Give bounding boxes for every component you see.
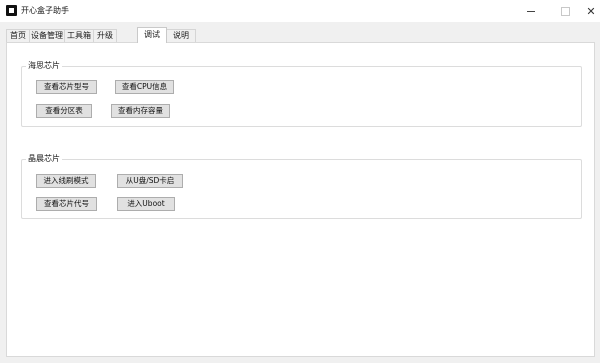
tab-upgrade[interactable]: 升级 [93,29,117,42]
minimize-button[interactable] [514,0,548,22]
close-button[interactable]: ✕ [574,0,600,22]
boot-from-usb-sd-button[interactable]: 从U盘/SD卡启 [117,174,183,188]
window-title: 开心盒子助手 [21,6,69,15]
hisilicon-group: 海思芯片 查看芯片型号 查看CPU信息 查看分区表 查看内存容量 [21,61,582,127]
view-chip-code-button[interactable]: 查看芯片代号 [36,197,97,211]
maximize-icon [560,6,570,16]
tab-toolbox[interactable]: 工具箱 [64,29,94,42]
view-cpu-info-button[interactable]: 查看CPU信息 [115,80,174,94]
enter-uboot-button[interactable]: 进入Uboot [117,197,175,211]
tab-device-management[interactable]: 设备管理 [29,29,65,42]
minimize-icon [527,10,535,12]
close-icon: ✕ [586,4,596,18]
debug-tab-page: 海思芯片 查看芯片型号 查看CPU信息 查看分区表 查看内存容量 晶晨芯片 进入… [6,42,595,357]
hisilicon-group-title: 海思芯片 [26,61,62,71]
tab-strip: 首页 设备管理 工具箱 升级 调试 说明 [6,27,596,43]
amlogic-group-title: 晶晨芯片 [26,154,62,164]
app-window: 开心盒子助手 ✕ 首页 设备管理 工具箱 升级 调试 说明 海思芯片 查看芯片型… [0,0,600,363]
view-chip-model-button[interactable]: 查看芯片型号 [36,80,97,94]
tab-about[interactable]: 说明 [166,29,196,42]
tab-debug[interactable]: 调试 [137,27,167,43]
amlogic-group: 晶晨芯片 进入线刷模式 从U盘/SD卡启 查看芯片代号 进入Uboot [21,154,582,219]
tab-home[interactable]: 首页 [6,29,30,42]
view-memory-size-button[interactable]: 查看内存容量 [111,104,170,118]
enter-flash-mode-button[interactable]: 进入线刷模式 [36,174,96,188]
app-icon [6,5,17,16]
title-bar: 开心盒子助手 ✕ [0,0,600,22]
view-partition-table-button[interactable]: 查看分区表 [36,104,92,118]
